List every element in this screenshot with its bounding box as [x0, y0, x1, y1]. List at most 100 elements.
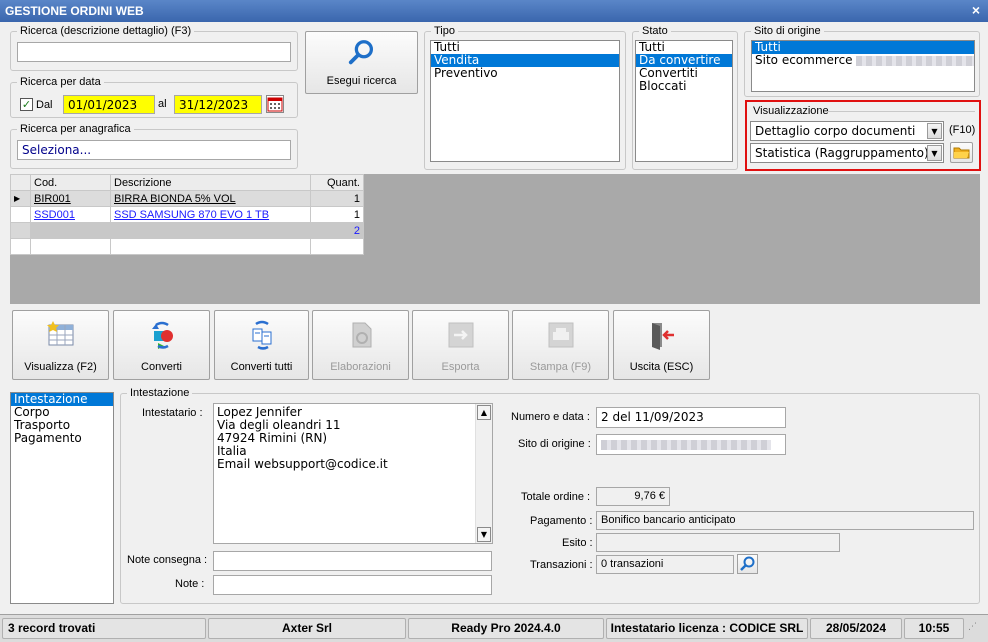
section-item-pagamento[interactable]: Pagamento — [11, 432, 113, 445]
totale-field: 9,76 € — [596, 487, 670, 506]
esito-label: Esito : — [562, 537, 593, 549]
grid-cell-cod[interactable]: BIR001 — [30, 190, 111, 207]
intestatario-textarea[interactable]: Lopez Jennifer Via degli oleandri 11 479… — [213, 403, 493, 544]
transazioni-label: Transazioni : — [530, 559, 593, 571]
note-consegna-input[interactable] — [213, 551, 492, 571]
converti-button[interactable]: Converti — [113, 310, 210, 380]
section-item-trasporto[interactable]: Trasporto — [11, 419, 113, 432]
table-row[interactable]: ▶ BIR001 BIRRA BIONDA 5% VOL 1 — [10, 190, 364, 207]
grid-empty-cell — [310, 238, 364, 255]
date-checkbox[interactable]: ✓ — [20, 98, 33, 111]
section-item-corpo[interactable]: Corpo — [11, 406, 113, 419]
grid-total-qty: 2 — [310, 222, 364, 239]
grid-header-desc[interactable]: Descrizione — [110, 174, 311, 191]
scroll-down-icon[interactable]: ▼ — [477, 527, 491, 542]
grid-total-cell — [110, 222, 311, 239]
close-icon[interactable]: × — [972, 2, 980, 18]
resize-grip-icon[interactable]: ⋰ — [968, 623, 982, 637]
scroll-up-icon[interactable]: ▲ — [477, 405, 491, 420]
totale-label: Totale ordine : — [521, 491, 591, 503]
grid-total-cell — [30, 222, 111, 239]
tipo-item[interactable]: Tutti — [431, 41, 619, 54]
date-to-label: al — [158, 98, 167, 110]
stato-item[interactable]: Da convertire — [636, 54, 732, 67]
status-time: 10:55 — [904, 618, 964, 639]
visualizzazione-combo-main[interactable]: Dettaglio corpo documenti ▼ — [750, 121, 944, 141]
row-pointer-icon: ▶ — [10, 190, 31, 207]
visualizzazione-combo-stat-value: Statistica (Raggruppamento) — [755, 146, 929, 160]
transazioni-field: 0 transazioni — [596, 555, 734, 574]
grid-row-marker — [10, 238, 31, 255]
stato-item[interactable]: Convertiti — [636, 67, 732, 80]
note-consegna-label: Note consegna : — [127, 554, 208, 566]
chevron-down-icon[interactable]: ▼ — [927, 145, 942, 161]
sito-listbox[interactable]: Tutti Sito ecommerce — [751, 40, 975, 92]
note-input[interactable] — [213, 575, 492, 595]
stampa-label: Stampa (F9) — [529, 361, 592, 373]
tipo-item[interactable]: Preventivo — [431, 67, 619, 80]
stato-item[interactable]: Tutti — [636, 41, 732, 54]
grid-cell-qty[interactable]: 1 — [310, 206, 364, 223]
chevron-down-icon[interactable]: ▼ — [927, 123, 942, 139]
elaborazioni-button[interactable]: Elaborazioni — [312, 310, 409, 380]
status-version: Ready Pro 2024.4.0 — [408, 618, 604, 639]
converti-tutti-button[interactable]: Converti tutti — [214, 310, 309, 380]
transazioni-search-button[interactable] — [737, 554, 758, 574]
sito-origine-label: Sito di origine : — [518, 438, 591, 450]
grid-header-cod[interactable]: Cod. — [30, 174, 111, 191]
detail-search-label: Ricerca (descrizione dettaglio) (F3) — [17, 25, 195, 37]
section-item-intestazione[interactable]: Intestazione — [11, 393, 113, 406]
convert-all-icon — [252, 320, 271, 350]
visualizzazione-combo-stat[interactable]: Statistica (Raggruppamento) ▼ — [750, 143, 944, 163]
folder-icon — [953, 147, 970, 159]
intestatario-line: Email websupport@codice.it — [217, 457, 388, 471]
date-from-input[interactable]: 01/01/2023 — [63, 95, 155, 114]
window-title: GESTIONE ORDINI WEB — [5, 4, 144, 18]
export-icon — [448, 322, 473, 348]
esito-field — [596, 533, 840, 552]
converti-tutti-label: Converti tutti — [230, 361, 293, 373]
grid-empty-row — [10, 238, 364, 255]
stampa-button[interactable]: Stampa (F9) — [512, 310, 609, 380]
calendar-icon[interactable] — [266, 95, 284, 113]
sito-item[interactable]: Sito ecommerce — [752, 54, 974, 67]
grid-empty-cell — [30, 238, 111, 255]
scrollbar[interactable]: ▲ ▼ — [475, 404, 492, 543]
sections-listbox[interactable]: Intestazione Corpo Trasporto Pagamento — [10, 392, 114, 604]
grid-cell-desc[interactable]: BIRRA BIONDA 5% VOL — [110, 190, 311, 207]
grid-header-qty[interactable]: Quant. — [310, 174, 364, 191]
uscita-label: Uscita (ESC) — [629, 361, 694, 373]
grid-row-marker — [10, 206, 31, 223]
table-row[interactable]: SSD001 SSD SAMSUNG 870 EVO 1 TB 1 — [10, 206, 364, 223]
title-bar: GESTIONE ORDINI WEB × — [0, 0, 988, 22]
numero-field[interactable]: 2 del 11/09/2023 — [596, 407, 786, 428]
grid-cell-desc[interactable]: SSD SAMSUNG 870 EVO 1 TB — [110, 206, 311, 223]
intestatario-label: Intestatario : — [142, 407, 203, 419]
tipo-listbox[interactable]: Tutti Vendita Preventivo — [430, 40, 620, 162]
esporta-button[interactable]: Esporta — [412, 310, 509, 380]
grid-row-header — [10, 174, 31, 191]
grid-cell-cod[interactable]: SSD001 — [30, 206, 111, 223]
numero-label: Numero e data : — [511, 411, 590, 423]
folder-button[interactable] — [950, 142, 973, 163]
grid-cell-qty[interactable]: 1 — [310, 190, 364, 207]
status-company: Axter Srl — [208, 618, 406, 639]
stato-listbox[interactable]: Tutti Da convertire Convertiti Bloccati — [635, 40, 733, 162]
anagrafica-input[interactable]: Seleziona... — [17, 140, 291, 160]
uscita-button[interactable]: Uscita (ESC) — [613, 310, 710, 380]
detail-search-input[interactable] — [17, 42, 291, 62]
date-check-label: Dal — [36, 99, 53, 111]
stato-item[interactable]: Bloccati — [636, 80, 732, 93]
sito-origine-field[interactable] — [596, 434, 786, 455]
run-search-button[interactable]: Esegui ricerca — [305, 31, 418, 94]
grid-row-marker — [10, 222, 31, 239]
sito-item[interactable]: Tutti — [752, 41, 974, 54]
sito-label: Sito di origine — [751, 25, 824, 37]
visualizza-button[interactable]: Visualizza (F2) — [12, 310, 109, 380]
note-label: Note : — [175, 578, 205, 590]
visualizzazione-shortcut: (F10) — [949, 124, 976, 136]
pagamento-field: Bonifico bancario anticipato — [596, 511, 974, 530]
date-to-input[interactable]: 31/12/2023 — [174, 95, 262, 114]
tipo-item[interactable]: Vendita — [431, 54, 619, 67]
run-search-label: Esegui ricerca — [326, 75, 397, 87]
